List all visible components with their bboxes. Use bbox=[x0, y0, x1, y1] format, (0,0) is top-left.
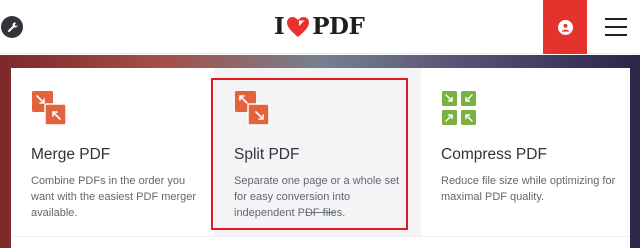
tools-grid: Merge PDF Combine PDFs in the order you … bbox=[11, 68, 630, 248]
user-icon bbox=[557, 19, 573, 35]
top-header: I PDF bbox=[0, 0, 640, 54]
tool-card-merge-pdf[interactable]: Merge PDF Combine PDFs in the order you … bbox=[11, 68, 214, 248]
tool-description: Separate one page or a whole set for eas… bbox=[234, 175, 400, 219]
hamburger-menu-icon[interactable] bbox=[605, 16, 629, 38]
tool-description: Combine PDFs in the order you want with … bbox=[31, 175, 197, 219]
tool-title: Split PDF bbox=[234, 146, 300, 163]
tool-card-split-pdf[interactable]: Split PDF Separate one page or a whole s… bbox=[214, 68, 421, 248]
heart-icon bbox=[287, 17, 310, 37]
tool-description: Reduce file size while optimizing for ma… bbox=[441, 175, 616, 203]
cards-bottom-divider bbox=[11, 236, 630, 248]
logo-text-i: I bbox=[274, 13, 285, 40]
tool-title: Merge PDF bbox=[31, 146, 111, 163]
tool-title: Compress PDF bbox=[441, 146, 547, 163]
user-account-button[interactable] bbox=[543, 0, 587, 54]
text-underline-mark bbox=[305, 212, 335, 213]
compress-icon bbox=[441, 90, 477, 126]
split-icon bbox=[234, 90, 270, 126]
ilovepdf-logo[interactable]: I PDF bbox=[274, 13, 365, 40]
merge-icon bbox=[31, 90, 67, 126]
logo-text-pdf: PDF bbox=[312, 13, 365, 40]
wrench-icon[interactable] bbox=[1, 16, 23, 38]
tool-card-compress-pdf[interactable]: Compress PDF Reduce file size while opti… bbox=[421, 68, 630, 248]
